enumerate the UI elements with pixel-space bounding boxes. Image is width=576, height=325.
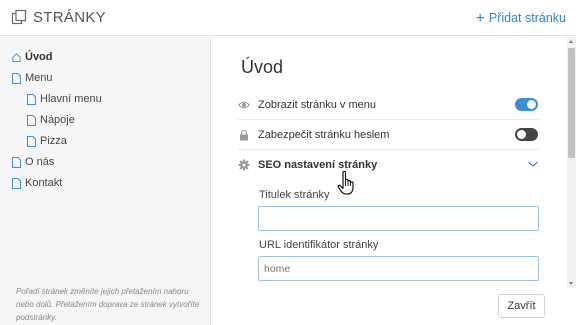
sidebar-item-label: Hlavní menu <box>40 93 102 105</box>
sidebar-item-label: Pizza <box>40 135 67 147</box>
close-button[interactable]: Zavřít <box>498 294 545 318</box>
sidebar-item-label: Nápoje <box>40 114 75 126</box>
pages-icon <box>11 9 27 25</box>
gear-icon <box>238 159 250 171</box>
page-title-header: STRÁNKY <box>33 9 106 26</box>
password-protect-label: Zabezpečit stránku heslem <box>258 128 390 141</box>
sidebar-item-napoje[interactable]: Nápoje <box>27 114 75 126</box>
sidebar-item-hlavni-menu[interactable]: Hlavní menu <box>27 93 102 105</box>
plus-icon: + <box>475 10 485 27</box>
show-in-menu-label: Zobrazit stránku v menu <box>258 98 376 111</box>
password-protect-row: Zabezpečit stránku heslem <box>238 120 542 150</box>
sidebar-item-pizza[interactable]: Pizza <box>27 135 67 147</box>
home-icon <box>12 52 21 62</box>
toggle-knob <box>517 130 526 139</box>
show-in-menu-row: Zobrazit stránku v menu <box>238 90 542 120</box>
page-title: Úvod <box>241 57 284 77</box>
sidebar-hint: Pořadí stránek změníte jejich přetažením… <box>16 287 200 322</box>
sidebar-item-label: Úvod <box>25 51 53 63</box>
toggle-knob <box>527 100 536 109</box>
sidebar-item-menu[interactable]: Menu <box>12 72 53 84</box>
page-icon <box>12 72 21 84</box>
eye-icon <box>238 101 250 108</box>
add-page-label: Přidat stránku <box>488 11 566 25</box>
sidebar-item-uvod[interactable]: Úvod <box>12 51 53 63</box>
page-icon <box>27 93 36 105</box>
header: STRÁNKY + Přidat stránku <box>0 0 576 36</box>
page-icon <box>12 177 21 189</box>
sidebar-item-kontakt[interactable]: Kontakt <box>12 177 62 189</box>
password-protect-toggle[interactable] <box>515 128 538 141</box>
sidebar-item-label: Kontakt <box>25 177 63 189</box>
sidebar-item-o-nas[interactable]: O nás <box>12 156 54 168</box>
sidebar: Úvod Menu Hlavní menu Nápoje Pizza O nás… <box>0 37 211 325</box>
sidebar-item-label: O nás <box>25 156 55 168</box>
page-title-field-label: Titulek stránky <box>259 189 330 201</box>
chevron-down-icon <box>528 161 538 167</box>
show-in-menu-toggle[interactable] <box>515 98 538 111</box>
sidebar-item-label: Menu <box>25 72 53 84</box>
page-settings-panel: Úvod Zobrazit stránku v menu Zabezpečit … <box>212 37 567 325</box>
url-identifier-field-label: URL identifikátor stránky <box>259 239 379 251</box>
scroll-down-arrow-icon[interactable] <box>569 282 573 285</box>
page-icon <box>27 135 36 147</box>
page-icon <box>12 156 21 168</box>
url-identifier-field[interactable] <box>258 256 539 281</box>
seo-settings-label: SEO nastavení stránky <box>258 159 378 171</box>
seo-settings-toggle[interactable]: SEO nastavení stránky <box>238 150 542 180</box>
scroll-up-arrow-icon[interactable] <box>569 40 573 43</box>
scrollbar-thumb[interactable] <box>568 48 575 158</box>
add-page-button[interactable]: + Přidat stránku <box>476 9 566 27</box>
page-icon <box>27 114 36 126</box>
scrollbar[interactable] <box>567 37 576 288</box>
lock-icon <box>240 129 248 140</box>
page-title-field[interactable] <box>258 206 539 231</box>
